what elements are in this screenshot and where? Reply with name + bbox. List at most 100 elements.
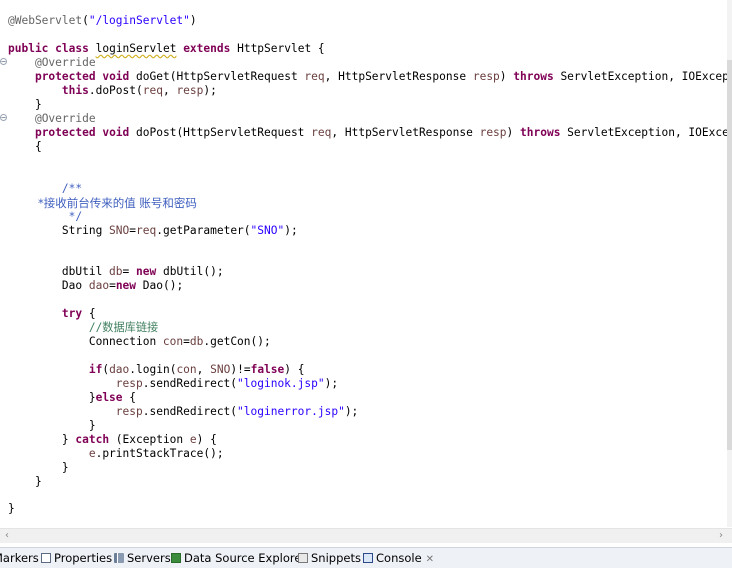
code-token: , (196, 363, 211, 376)
javadoc: /** (61, 182, 83, 195)
code-token: ); (284, 224, 298, 237)
fold-minus-icon[interactable]: − (0, 114, 7, 122)
code-token: .sendRedirect( (142, 377, 238, 390)
local-variable: db (189, 335, 204, 348)
string-literal: "/loginServlet" (88, 14, 190, 27)
code-token: ); (203, 84, 217, 97)
javadoc: */ (68, 210, 83, 223)
tab-console[interactable]: Console ✕ (363, 550, 434, 566)
keyword: try (61, 307, 83, 320)
code-token: } (8, 502, 15, 515)
tab-label: Snippets (311, 551, 361, 565)
parameter: resp (472, 70, 500, 83)
snippets-icon (298, 553, 308, 563)
code-line: } (8, 475, 42, 489)
tab-properties[interactable]: Properties (41, 550, 112, 566)
tab-servers[interactable]: Servers (114, 550, 171, 566)
properties-icon (41, 553, 51, 563)
code-token: .printStackTrace(); (95, 447, 224, 460)
close-icon[interactable]: ✕ (426, 554, 434, 565)
local-variable: dao (88, 279, 110, 292)
scroll-left-icon[interactable]: ‹ (0, 529, 14, 543)
keyword: protected (34, 70, 96, 83)
tab-label: Properties (54, 551, 113, 565)
keyword: false (250, 363, 285, 376)
code-line: } (8, 419, 96, 433)
code-line: //数据库链接 (8, 321, 158, 335)
javadoc-text: 接收前台传来的值 账号和密码 (43, 196, 197, 210)
code-line: protected void doGet(HttpServletRequest … (8, 70, 727, 84)
local-variable: SNO (210, 363, 231, 376)
keyword: class (55, 42, 89, 55)
code-editor[interactable]: − − @WebServlet("/loginServlet") public … (0, 0, 727, 527)
code-line: resp.sendRedirect("loginerror.jsp"); (8, 405, 359, 419)
code-line: */ (8, 210, 82, 224)
code-line: try { (8, 307, 96, 321)
code-token: { (82, 307, 96, 320)
tab-data-source-explorer[interactable]: Data Source Explorer (171, 550, 306, 566)
line-comment: //数据库链接 (88, 321, 159, 334)
code-token: } (34, 98, 42, 111)
code-line: @WebServlet("/loginServlet") (8, 14, 197, 28)
string-literal: "SNO" (250, 224, 285, 237)
keyword: catch (75, 433, 110, 446)
keyword: void (102, 70, 130, 83)
code-token: } (88, 391, 96, 404)
code-line: protected void doPost(HttpServletRequest… (8, 126, 727, 140)
horizontal-scrollbar[interactable]: ‹ › (0, 528, 732, 543)
code-token: = (129, 224, 137, 237)
code-token: HttpServlet { (237, 42, 325, 55)
vertical-scrollbar[interactable] (727, 0, 732, 527)
code-token: , (162, 84, 177, 97)
code-token: .getCon(); (203, 335, 271, 348)
code-token: ) (506, 126, 521, 139)
code-token: , (324, 70, 339, 83)
code-line: } catch (Exception e) { (8, 433, 217, 447)
database-icon (171, 553, 181, 563)
local-variable: con (162, 335, 184, 348)
code-token: } (61, 433, 76, 446)
code-token: } (34, 475, 42, 488)
code-token: = (122, 265, 137, 278)
code-line: } (8, 461, 69, 475)
tab-label: Servers (127, 551, 171, 565)
parameter: req (142, 84, 163, 97)
parameter: req (136, 224, 157, 237)
parameter: req (311, 126, 332, 139)
parameter: req (304, 70, 325, 83)
code-token: String (61, 224, 110, 237)
local-variable: SNO (109, 224, 130, 237)
scrollbar-thumb[interactable] (727, 60, 732, 450)
keyword: protected (34, 126, 96, 139)
code-token: )!= (230, 363, 251, 376)
string-literal: "loginerror.jsp" (237, 405, 345, 418)
code-token: Connection (88, 335, 163, 348)
tab-label: Data Source Explorer (184, 551, 307, 565)
local-variable: e (189, 433, 197, 446)
code-token: ( (82, 14, 89, 27)
code-token: doPost(HttpServletRequest (136, 126, 312, 139)
fold-minus-icon[interactable]: − (0, 58, 7, 66)
console-icon (363, 553, 373, 563)
code-line: /** (8, 182, 82, 196)
tab-label: Markers (0, 551, 39, 565)
code-token: ) (189, 14, 197, 27)
code-line: String SNO=req.getParameter("SNO"); (8, 224, 298, 238)
code-token: = (183, 335, 190, 348)
tab-markers[interactable]: Markers (0, 550, 39, 566)
code-token: ) (499, 70, 514, 83)
annotation: @Override (34, 56, 96, 69)
code-token: .doPost( (88, 84, 143, 97)
code-token: } (61, 461, 69, 474)
code-line: } (8, 98, 42, 112)
keyword: throws (520, 126, 561, 139)
local-variable: e (88, 447, 96, 460)
class-name-warning[interactable]: loginServlet (96, 42, 177, 55)
annotation: @Override (34, 112, 96, 125)
parameter: resp (176, 84, 204, 97)
code-line: *接收前台传来的值 账号和密码 (38, 196, 197, 210)
code-token: Dao(); (136, 279, 184, 292)
code-line: e.printStackTrace(); (8, 447, 224, 461)
scroll-right-icon[interactable]: › (714, 529, 728, 543)
tab-snippets[interactable]: Snippets (298, 550, 361, 566)
